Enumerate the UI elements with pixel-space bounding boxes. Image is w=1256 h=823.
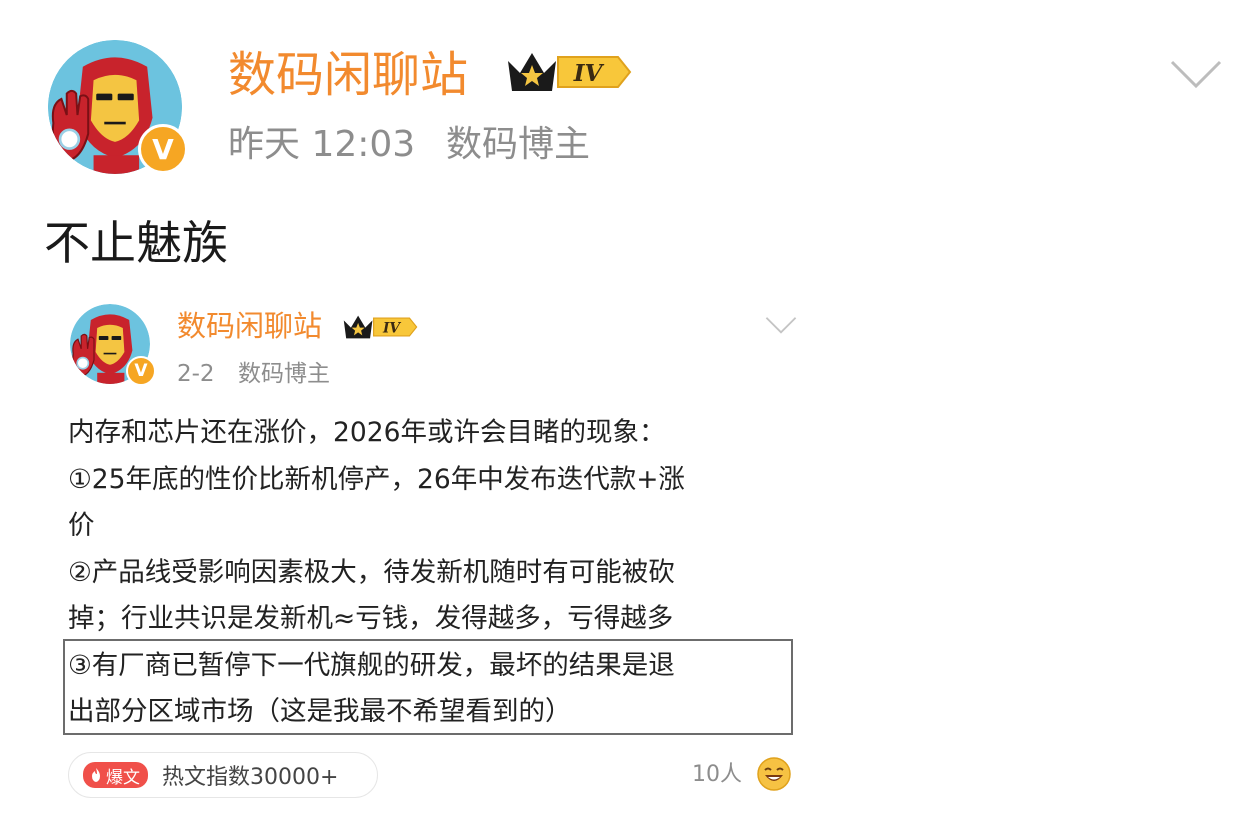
quoted-post-card[interactable]: V 数码闲聊站 IV 2-2 数码博主 内存和芯片还在涨价，2026年或许会目睹…	[56, 290, 808, 812]
author-name[interactable]: 数码闲聊站	[228, 44, 468, 106]
post-line: ②产品线受影响因素极大，待发新机随时有可能被砍	[68, 556, 675, 588]
post-line: 价	[68, 510, 95, 541]
laugh-emoji-icon[interactable]	[756, 756, 792, 796]
post-line: 掉；行业共识是发新机≈亏钱，发得越多，亏得越多	[68, 603, 674, 634]
hot-index-tag[interactable]: 爆文 热文指数30000+	[68, 752, 378, 798]
account-type: 数码博主	[446, 124, 591, 165]
post-text: 不止魅族	[44, 216, 228, 270]
post-line: 内存和芯片还在涨价，2026年或许会目睹的现象：	[68, 417, 666, 448]
verified-badge-icon: V	[138, 124, 188, 174]
quoted-account-type: 数码博主	[238, 361, 330, 387]
reaction-count: 10人	[692, 762, 742, 787]
post-line: ①25年底的性价比新机停产，26年中发布迭代款+涨	[68, 463, 685, 495]
post-time: 昨天 12:03	[228, 124, 416, 165]
verified-badge-icon: V	[126, 356, 156, 386]
quoted-author-avatar[interactable]: V	[70, 304, 156, 386]
hot-index-text: 热文指数30000+	[162, 765, 339, 790]
crown-level-icon[interactable]: IV	[339, 312, 419, 342]
level-text: IV	[382, 320, 401, 336]
chevron-down-icon[interactable]	[1168, 56, 1224, 96]
flame-icon	[92, 768, 100, 782]
chevron-down-icon[interactable]	[764, 314, 798, 340]
author-avatar[interactable]: V	[48, 40, 188, 174]
hot-badge-label: 爆文	[106, 767, 140, 788]
highlight-box	[63, 639, 793, 735]
hot-badge: 爆文	[83, 762, 148, 788]
quoted-author-name[interactable]: 数码闲聊站	[177, 306, 322, 346]
weibo-post-screen: V 数码闲聊站 IV 昨天 12:03 数码博主 不止魅族 V 数码闲聊站 IV…	[0, 0, 1256, 823]
level-text: IV	[573, 60, 605, 87]
crown-level-icon[interactable]: IV	[500, 47, 634, 97]
quoted-post-time: 2-2	[177, 361, 215, 387]
